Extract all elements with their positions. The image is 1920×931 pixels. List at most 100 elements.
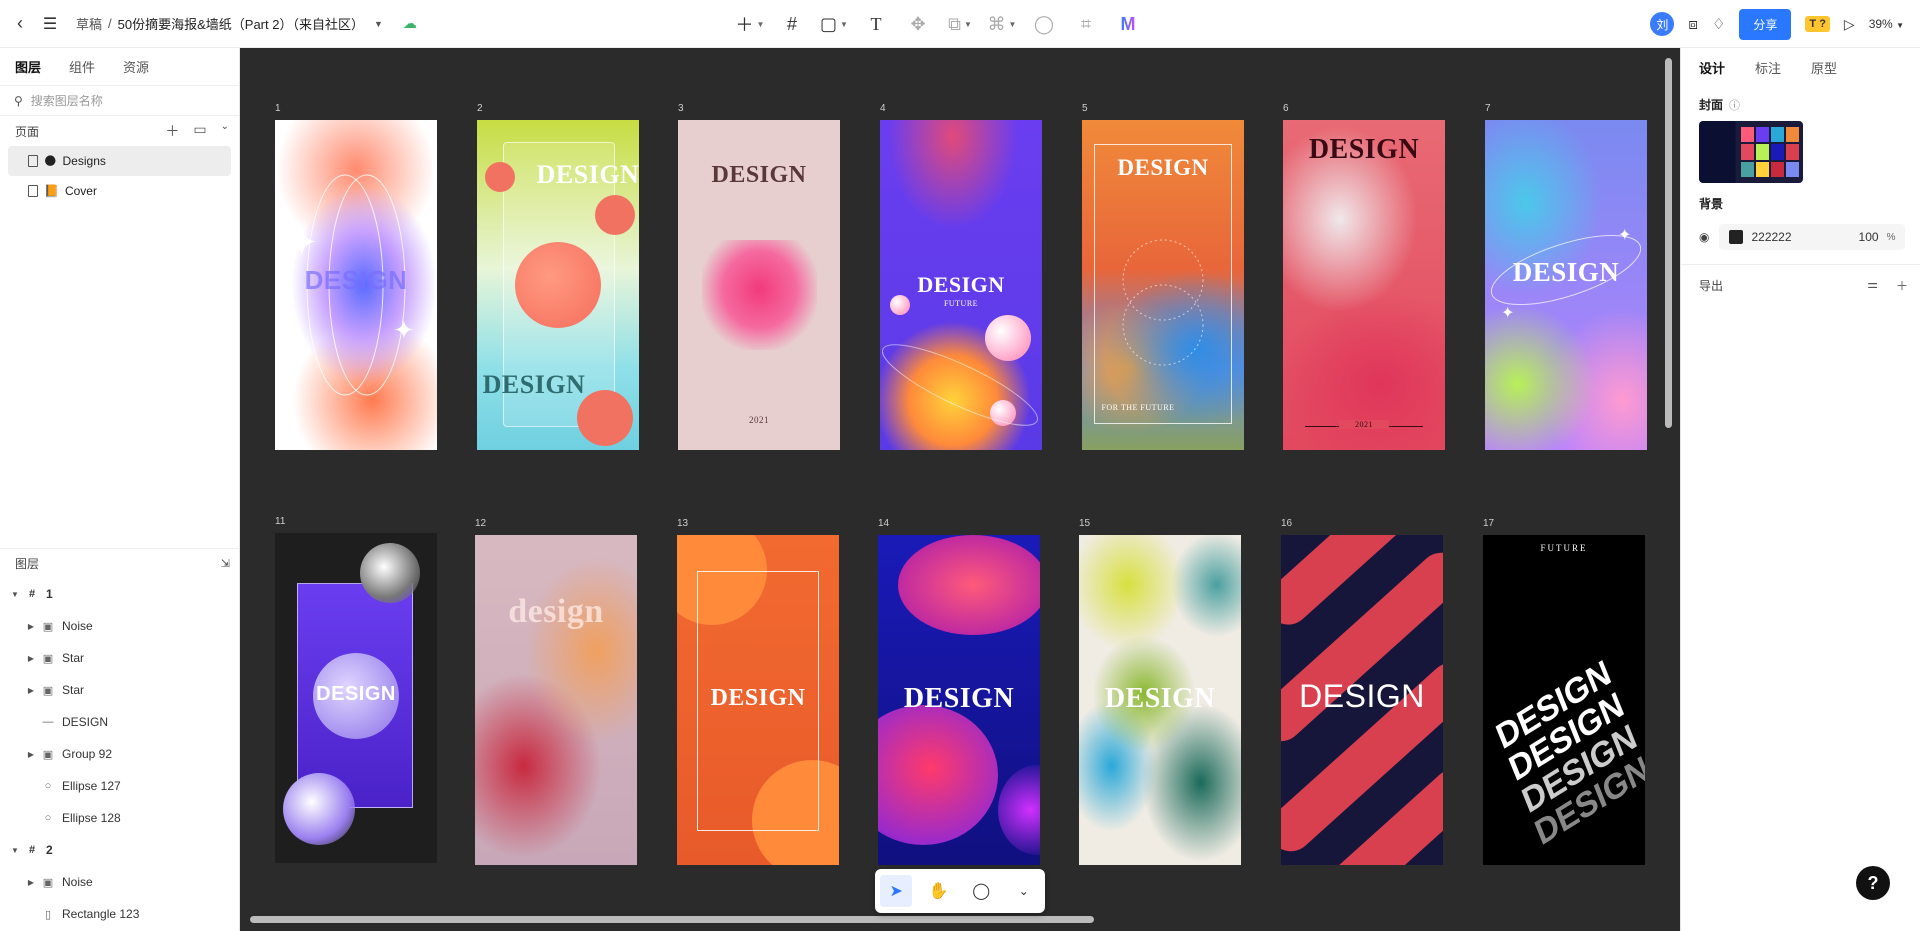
sparkle-icon: ✦ — [285, 221, 319, 265]
page-icon — [28, 185, 38, 197]
layer-row[interactable]: ○ Ellipse 128 — [0, 802, 240, 834]
text-tool[interactable]: T — [856, 8, 896, 40]
back-icon[interactable]: ‹ — [12, 12, 28, 36]
search-icon: ⚲ — [14, 93, 23, 108]
layer-row[interactable]: ▶ ▣ Noise — [0, 610, 240, 642]
artboard-15[interactable]: DESIGN — [1079, 535, 1241, 865]
plus-icon[interactable]: ＋ — [1896, 277, 1908, 294]
settings-sliders-icon[interactable]: ⚌ — [1867, 277, 1878, 294]
layer-row[interactable]: ▶ ▣ Star — [0, 642, 240, 674]
artboard-11[interactable]: DESIGN — [275, 533, 437, 863]
share-button[interactable]: 分享 — [1739, 8, 1792, 40]
shape-tool[interactable]: ▢ ▼ — [814, 8, 854, 40]
color-swatch[interactable] — [1729, 230, 1744, 244]
left-panel: 图层 组件 资源 ⚲ 搜索图层名称 页面 ＋ ▭ ⌄ 🌑 Designs 📙 C… — [0, 48, 240, 931]
mask-tool[interactable]: ◯ — [1024, 8, 1064, 40]
chevron-down-icon[interactable]: ⌄ — [221, 121, 229, 141]
crop-tool[interactable]: ⌗ — [1066, 8, 1106, 40]
expanded-caret-icon[interactable]: ▼ — [10, 590, 20, 599]
expanded-caret-icon[interactable]: ▼ — [10, 846, 20, 855]
plugin-icon[interactable]: ⧈ — [1688, 16, 1698, 33]
hint-icon[interactable]: ♢ — [1712, 15, 1725, 33]
collapse-all-icon[interactable]: ⇲ — [221, 557, 230, 570]
layer-search[interactable]: ⚲ 搜索图层名称 — [0, 86, 239, 116]
artboard-3[interactable]: DESIGN 2021 — [678, 120, 840, 450]
frame-tool[interactable]: # — [772, 8, 812, 40]
move-tool[interactable]: ✥ — [898, 8, 938, 40]
eye-icon[interactable]: ◉ — [1699, 230, 1709, 244]
comment-tool-button[interactable]: ◯ — [965, 875, 997, 907]
layer-row[interactable]: ▶ ▣ Group 92 — [0, 738, 240, 770]
thumbnail-grid — [1741, 127, 1799, 177]
tab-assets[interactable]: 资源 — [123, 57, 149, 76]
bg-hex[interactable]: 222222 — [1751, 230, 1821, 244]
artboard-5[interactable]: DESIGN FOR THE FUTURE — [1082, 120, 1244, 450]
cover-thumbnail[interactable] — [1699, 121, 1803, 183]
artboard-6[interactable]: DESIGN 2021 — [1283, 120, 1445, 450]
tab-layers[interactable]: 图层 — [15, 57, 41, 76]
component-tool[interactable]: ⌘ ▼ — [982, 8, 1022, 40]
ai-tool[interactable]: M — [1108, 8, 1148, 40]
t-badge[interactable]: T ? — [1805, 16, 1830, 32]
zoom-level[interactable]: 39% ▼ — [1869, 17, 1904, 31]
frame-icon: # — [28, 844, 36, 856]
collapsed-caret-icon[interactable]: ▶ — [26, 654, 36, 663]
artboard-number: 5 — [1082, 103, 1088, 114]
breadcrumb-root[interactable]: 草稿 — [76, 14, 102, 33]
vertical-scrollbar[interactable] — [1665, 58, 1672, 428]
artboard-16[interactable]: DESIGN — [1281, 535, 1443, 865]
tab-prototype[interactable]: 原型 — [1811, 58, 1837, 77]
page-emoji: 📙 — [44, 184, 59, 198]
layer-row[interactable]: ▼ #1 — [0, 578, 240, 610]
search-placeholder: 搜索图层名称 — [30, 94, 103, 108]
help-button[interactable]: ? — [1856, 866, 1890, 900]
folder-icon[interactable]: ▭ — [193, 121, 206, 141]
collapsed-caret-icon[interactable]: ▶ — [26, 686, 36, 695]
layer-row[interactable]: — DESIGN — [0, 706, 240, 738]
cloud-sync-icon: ☁ — [402, 15, 417, 31]
canvas[interactable]: 1 ✦ ✦ DESIGN 2 DESIGN DESIGN 3 DESIGN 20… — [240, 48, 1680, 931]
collapsed-caret-icon[interactable]: ▶ — [26, 878, 36, 887]
layer-row[interactable]: ▶ ▣ Noise — [0, 866, 240, 898]
add-page-icon[interactable]: ＋ — [165, 121, 179, 141]
artboard-7[interactable]: ✦ ✦ DESIGN — [1485, 120, 1647, 450]
page-item-designs[interactable]: 🌑 Designs — [8, 146, 231, 176]
artboard-17[interactable]: FUTURE DESIGN DESIGN DESIGN DESIGN — [1483, 535, 1645, 865]
artboard-4[interactable]: DESIGN FUTURE — [880, 120, 1042, 450]
menu-icon[interactable]: ☰ — [42, 12, 58, 36]
layer-row[interactable]: ▶ ▣ Star — [0, 674, 240, 706]
tab-design[interactable]: 设计 — [1699, 58, 1725, 77]
frame-icon: # — [28, 588, 36, 600]
collapsed-caret-icon[interactable]: ▶ — [26, 750, 36, 759]
collapsed-caret-icon[interactable]: ▶ — [26, 622, 36, 631]
background-color-field[interactable]: 222222 100 % — [1719, 224, 1906, 250]
layer-row[interactable]: ▼ #2 — [0, 834, 240, 866]
artboard-2[interactable]: DESIGN DESIGN — [477, 120, 639, 450]
info-icon[interactable]: ⓘ — [1729, 97, 1740, 113]
play-icon[interactable]: ▷ — [1844, 16, 1855, 33]
avatar[interactable]: 刘 — [1650, 12, 1675, 36]
stacked-design-text: DESIGN DESIGN DESIGN DESIGN — [1483, 636, 1645, 865]
layer-row[interactable]: ▯ Rectangle 123 — [0, 898, 240, 930]
layer-row[interactable]: ○ Ellipse 127 — [0, 770, 240, 802]
cover-label: 封面 — [1699, 98, 1724, 112]
select-tool-button[interactable]: ➤ — [880, 875, 913, 907]
bg-opacity[interactable]: 100 — [1859, 230, 1879, 244]
add-tool[interactable]: ＋ ▼ — [730, 8, 770, 40]
horizontal-scrollbar[interactable] — [250, 916, 1094, 923]
artboard-13[interactable]: DESIGN — [677, 535, 839, 865]
tab-annotate[interactable]: 标注 — [1755, 58, 1781, 77]
artboard-12[interactable]: design — [475, 535, 637, 865]
artboard-14[interactable]: DESIGN — [878, 535, 1040, 865]
boolean-tool[interactable]: ⧉ ▼ — [940, 8, 980, 40]
chevron-down-icon[interactable]: ▼ — [374, 19, 383, 29]
page-item-cover[interactable]: 📙 Cover — [8, 176, 231, 206]
tab-components[interactable]: 组件 — [69, 57, 95, 76]
hand-tool-button[interactable]: ✋ — [923, 875, 955, 907]
artboard-title: design — [508, 593, 604, 630]
artboard-1[interactable]: ✦ ✦ DESIGN — [275, 120, 437, 450]
artboard-number: 7 — [1485, 103, 1491, 114]
sphere — [283, 773, 355, 845]
more-tools-button[interactable]: ⌄ — [1008, 875, 1040, 907]
file-name[interactable]: 50份摘要海报&墙纸（Part 2）（来自社区） — [118, 14, 364, 33]
